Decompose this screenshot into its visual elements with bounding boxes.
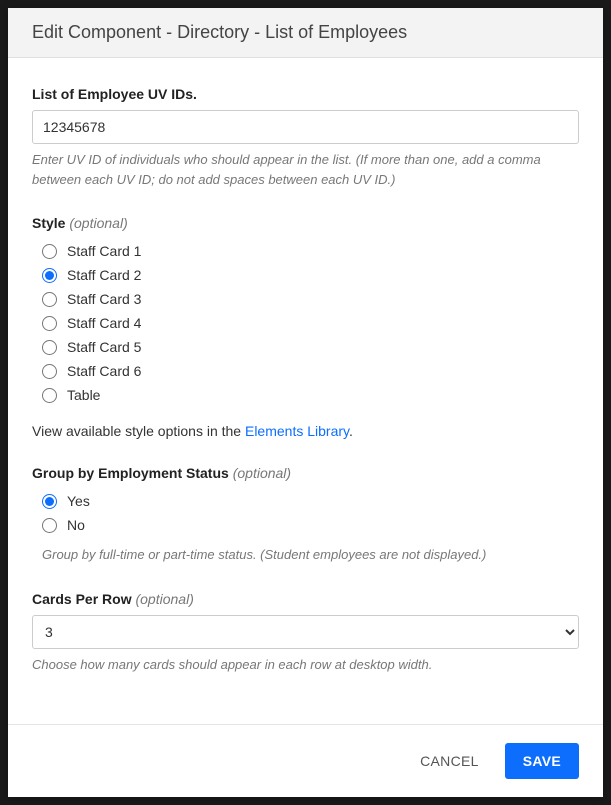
style-radio-label: Table (67, 387, 100, 403)
style-radio-4[interactable] (42, 316, 57, 331)
group-optional: (optional) (233, 465, 291, 481)
group-label: Group by Employment Status (optional) (32, 465, 579, 481)
cards-per-row-select[interactable]: 3 (32, 615, 579, 649)
group-radio-no[interactable] (42, 518, 57, 533)
style-radio-label: Staff Card 2 (67, 267, 141, 283)
group-option-yes[interactable]: Yes (32, 489, 579, 513)
group-radio-yes[interactable] (42, 494, 57, 509)
uvid-help-text: Enter UV ID of individuals who should ap… (32, 150, 579, 189)
style-label: Style (optional) (32, 215, 579, 231)
modal-header: Edit Component - Directory - List of Emp… (8, 8, 603, 58)
elements-library-link[interactable]: Elements Library (245, 423, 349, 439)
cards-optional: (optional) (135, 591, 193, 607)
uvid-label: List of Employee UV IDs. (32, 86, 579, 102)
style-option-staff-card-2[interactable]: Staff Card 2 (32, 263, 579, 287)
uvid-input[interactable] (32, 110, 579, 144)
style-hint-suffix: . (349, 423, 353, 439)
style-radio-label: Staff Card 3 (67, 291, 141, 307)
group-label-text: Group by Employment Status (32, 465, 229, 481)
cards-label-text: Cards Per Row (32, 591, 132, 607)
style-option-staff-card-1[interactable]: Staff Card 1 (32, 239, 579, 263)
group-radio-group: Yes No (32, 489, 579, 537)
style-option-staff-card-6[interactable]: Staff Card 6 (32, 359, 579, 383)
group-help-text: Group by full-time or part-time status. … (42, 545, 579, 565)
edit-component-modal: Edit Component - Directory - List of Emp… (8, 8, 603, 797)
cancel-button[interactable]: CANCEL (408, 744, 491, 778)
style-option-staff-card-4[interactable]: Staff Card 4 (32, 311, 579, 335)
style-radio-label: Staff Card 6 (67, 363, 141, 379)
modal-title: Edit Component - Directory - List of Emp… (32, 22, 579, 43)
style-option-table[interactable]: Table (32, 383, 579, 407)
group-option-no[interactable]: No (32, 513, 579, 537)
style-hint: View available style options in the Elem… (32, 423, 579, 439)
style-radio-1[interactable] (42, 244, 57, 259)
group-radio-label: No (67, 517, 85, 533)
uvid-field-group: List of Employee UV IDs. Enter UV ID of … (32, 86, 579, 189)
style-radio-2[interactable] (42, 268, 57, 283)
style-option-staff-card-5[interactable]: Staff Card 5 (32, 335, 579, 359)
style-field-group: Style (optional) Staff Card 1 Staff Card… (32, 215, 579, 439)
style-radio-3[interactable] (42, 292, 57, 307)
style-radio-6[interactable] (42, 364, 57, 379)
cards-field-group: Cards Per Row (optional) 3 Choose how ma… (32, 591, 579, 675)
cards-label: Cards Per Row (optional) (32, 591, 579, 607)
style-hint-prefix: View available style options in the (32, 423, 245, 439)
style-radio-5[interactable] (42, 340, 57, 355)
style-radio-label: Staff Card 1 (67, 243, 141, 259)
modal-footer: CANCEL SAVE (8, 724, 603, 797)
group-field-group: Group by Employment Status (optional) Ye… (32, 465, 579, 565)
style-radio-7[interactable] (42, 388, 57, 403)
style-option-staff-card-3[interactable]: Staff Card 3 (32, 287, 579, 311)
group-radio-label: Yes (67, 493, 90, 509)
style-radio-label: Staff Card 4 (67, 315, 141, 331)
save-button[interactable]: SAVE (505, 743, 579, 779)
cards-help-text: Choose how many cards should appear in e… (32, 655, 579, 675)
style-optional: (optional) (69, 215, 127, 231)
modal-body: List of Employee UV IDs. Enter UV ID of … (8, 58, 603, 724)
style-label-text: Style (32, 215, 65, 231)
style-radio-group: Staff Card 1 Staff Card 2 Staff Card 3 S… (32, 239, 579, 407)
style-radio-label: Staff Card 5 (67, 339, 141, 355)
